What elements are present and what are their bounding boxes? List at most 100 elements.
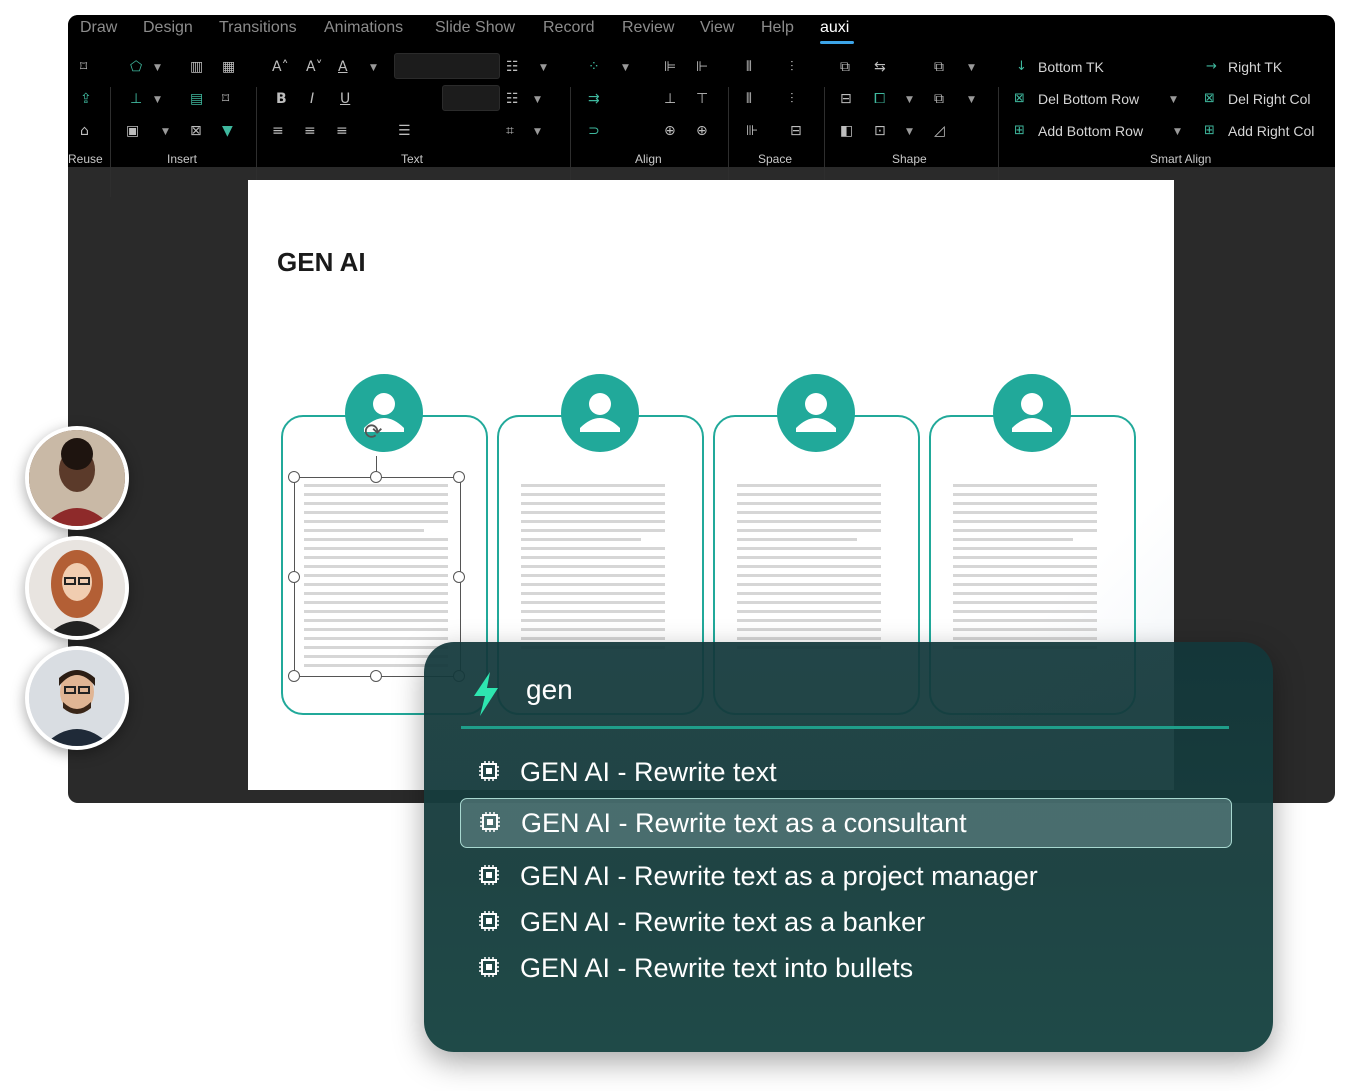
image-icon[interactable]: ▣ [126,123,139,139]
align-right-objects-icon[interactable]: ⊩ [696,59,708,75]
tab-draw[interactable]: Draw [80,19,117,37]
split-icon[interactable]: ◧ [840,123,853,139]
underline-button[interactable]: U [340,91,350,107]
ruler-icon[interactable]: ◿ [934,123,945,139]
chevron-down-icon[interactable]: ▼ [540,63,547,73]
tab-review[interactable]: Review [622,19,674,37]
chevron-down-icon[interactable]: ▼ [370,63,377,73]
resize-handle[interactable] [370,471,382,483]
align-center-objects-icon[interactable]: ⊕ [696,123,708,139]
chevron-down-icon[interactable]: ▼ [1174,127,1181,137]
group-icon[interactable]: ⧉ [934,59,944,75]
bullets-icon[interactable]: ☷ [506,59,519,75]
layers-icon[interactable]: ⧉ [934,91,944,107]
resize-handle[interactable] [370,670,382,682]
align-bottom-icon[interactable]: ⊥ [664,91,676,107]
tab-transitions[interactable]: Transitions [219,19,297,37]
del-bottom-row-button[interactable]: Del Bottom Row [1038,91,1139,107]
align-center-icon[interactable]: ≡ [304,123,316,139]
avatar[interactable] [25,426,129,530]
space-horizontal-icon[interactable]: ⫴ [746,59,752,75]
chevron-down-icon[interactable]: ▼ [906,127,913,137]
align-top-icon[interactable]: ⊤ [696,91,708,107]
tab-record[interactable]: Record [543,19,595,37]
font-increase-icon[interactable]: A˄ [272,59,289,75]
palette-item[interactable]: GEN AI - Rewrite text into bullets [460,944,1230,992]
tab-design[interactable]: Design [143,19,193,37]
align-right-icon[interactable]: ≡ [336,123,348,139]
crop-icon[interactable]: ⊡ [874,123,886,139]
stamp-icon[interactable]: ⌂ [80,123,89,139]
upload-icon[interactable]: ⇪ [80,91,92,107]
swap-icon[interactable]: ⇆ [874,59,886,75]
resize-handle[interactable] [453,571,465,583]
palette-item[interactable]: GEN AI - Rewrite text as a project manag… [460,852,1230,900]
align-left-objects-icon[interactable]: ⊫ [664,59,676,75]
chevron-down-icon[interactable]: ▼ [906,95,913,105]
chevron-down-icon[interactable]: ▼ [154,63,161,73]
space-even-vertical-icon[interactable]: ⫶ [790,91,794,107]
bold-button[interactable]: B [276,91,287,107]
font-color-icon[interactable]: A [338,59,348,75]
align-middle-icon[interactable]: ⊕ [664,123,676,139]
tab-help[interactable]: Help [761,19,794,37]
duplicate-icon[interactable]: ⧠ [874,91,885,107]
palette-item[interactable]: GEN AI - Rewrite text as a banker [460,898,1230,946]
chevron-down-icon[interactable]: ▼ [154,95,161,105]
chart-icon[interactable]: ▥ [190,59,203,75]
remove-space-vertical-icon[interactable]: ⊟ [790,123,802,139]
font-name-box[interactable] [394,53,500,79]
avatar[interactable] [25,536,129,640]
shapes-icon[interactable]: ⬠ [130,59,142,75]
tag-icon[interactable]: ⊃ [588,123,600,139]
font-decrease-icon[interactable]: A˅ [306,59,323,75]
chevron-down-icon[interactable]: ▼ [1170,95,1177,105]
connector-icon[interactable]: ⊥ [130,91,142,107]
resize-handle[interactable] [288,670,300,682]
numbering-icon[interactable]: ☷ [506,91,519,107]
add-right-col-button[interactable]: Add Right Col [1228,123,1314,139]
chevron-down-icon[interactable]: ▼ [622,63,629,73]
chevron-down-icon[interactable]: ▼ [162,127,169,137]
text-box-icon[interactable]: ⌗ [506,123,514,139]
justify-icon[interactable]: ☰ [398,123,411,139]
tab-view[interactable]: View [700,19,734,37]
distribute-icon[interactable]: ⁘ [588,59,600,75]
palette-item-selected[interactable]: GEN AI - Rewrite text as a consultant [460,798,1232,848]
add-column-icon: ⊞ [1204,123,1215,138]
remove-space-horizontal-icon[interactable]: ⊪ [746,123,758,139]
slide-title[interactable]: GEN AI [277,247,366,278]
resize-icon[interactable]: ⧉ [840,59,850,75]
space-vertical-icon[interactable]: ⫶ [790,59,794,75]
align-left-icon[interactable]: ≡ [272,123,284,139]
right-tk-button[interactable]: Right TK [1228,59,1282,75]
rotate-icon[interactable]: ⟳ [364,420,382,445]
match-size-icon[interactable]: ⊟ [840,91,852,107]
chevron-down-icon[interactable]: ▼ [968,95,975,105]
search-input[interactable]: gen [526,674,573,706]
tab-slide-show[interactable]: Slide Show [435,19,515,37]
italic-button[interactable]: I [310,91,314,107]
list-icon[interactable]: ▤ [190,91,203,107]
chevron-down-icon[interactable]: ▼ [534,95,541,105]
tab-auxi[interactable]: auxi [820,19,849,37]
picture-icon[interactable]: ⊠ [190,123,202,139]
resize-handle[interactable] [288,471,300,483]
arrows-icon[interactable]: ⇉ [588,91,600,107]
tab-animations[interactable]: Animations [324,19,403,37]
palette-item[interactable]: GEN AI - Rewrite text [460,748,1230,796]
format-painter-icon[interactable]: ▼ [222,123,233,139]
bottom-tk-button[interactable]: Bottom TK [1038,59,1104,75]
resize-handle[interactable] [288,571,300,583]
bookmark-icon[interactable]: ⌑ [222,91,229,107]
resize-handle[interactable] [453,471,465,483]
bookmark-icon[interactable]: ⌑ [80,59,87,75]
avatar[interactable] [25,646,129,750]
space-even-horizontal-icon[interactable]: ⫴ [746,91,752,107]
del-right-col-button[interactable]: Del Right Col [1228,91,1310,107]
chevron-down-icon[interactable]: ▼ [968,63,975,73]
chevron-down-icon[interactable]: ▼ [534,127,541,137]
table-icon[interactable]: ▦ [222,59,235,75]
add-bottom-row-button[interactable]: Add Bottom Row [1038,123,1143,139]
font-size-box[interactable] [442,85,500,111]
